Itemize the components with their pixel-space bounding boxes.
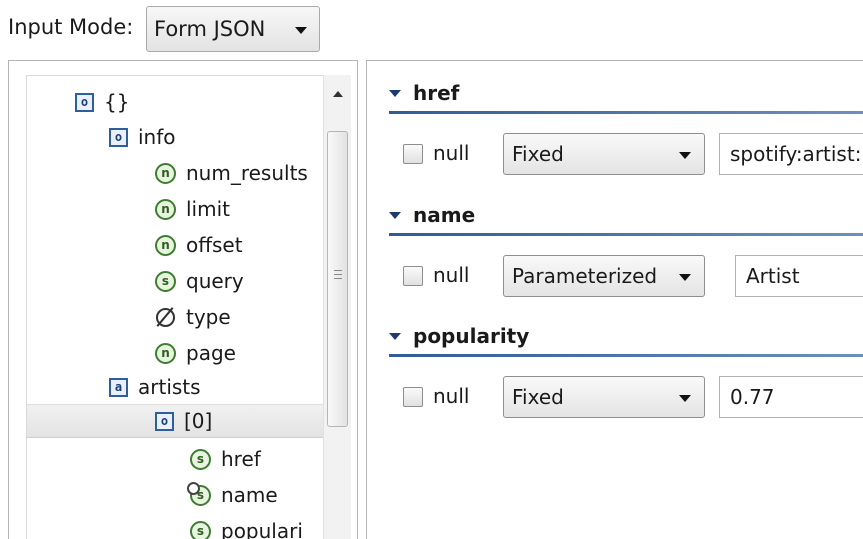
- tree-node-label: page: [186, 341, 236, 365]
- tree-scrollbar[interactable]: [323, 75, 351, 539]
- collapse-triangle-icon: [389, 89, 401, 97]
- tree-node-artists[interactable]: a artists: [109, 370, 201, 404]
- collapse-triangle-icon: [389, 211, 401, 219]
- scrollbar-thumb[interactable]: [327, 131, 348, 427]
- null-label: null: [433, 141, 470, 165]
- tree-node-num-results[interactable]: n num_results: [155, 156, 308, 190]
- tree-node-label: artists: [138, 375, 201, 399]
- number-icon: n: [155, 198, 176, 220]
- number-icon: n: [155, 234, 176, 256]
- chevron-down-icon: [679, 152, 691, 159]
- tree-node-label: {}: [104, 90, 130, 114]
- tree-node-label: type: [186, 305, 231, 329]
- tree-node-label: query: [186, 269, 244, 293]
- object-icon: o: [75, 92, 94, 112]
- null-checkbox-name[interactable]: [403, 266, 423, 286]
- tree-node-label: num_results: [186, 161, 308, 185]
- input-mode-label: Input Mode:: [8, 15, 134, 39]
- parameterized-string-icon: s: [187, 481, 211, 506]
- section-divider: [389, 233, 863, 236]
- string-icon: s: [155, 270, 176, 292]
- null-checkbox-popularity[interactable]: [403, 387, 423, 407]
- tree-node-popularity[interactable]: s populari: [190, 514, 303, 539]
- section-header-href[interactable]: href: [389, 78, 459, 108]
- chevron-down-icon: [679, 395, 691, 402]
- schema-tree-panel: o {} o info n num_results n limit n offs…: [8, 60, 358, 539]
- tree-node-limit[interactable]: n limit: [155, 192, 230, 226]
- null-label: null: [433, 384, 470, 408]
- tree-node-label: limit: [186, 197, 230, 221]
- value-mode-select-href[interactable]: Fixed: [503, 133, 705, 175]
- value-input-href[interactable]: spotify:artist:: [719, 133, 863, 175]
- collapse-triangle-icon: [389, 332, 401, 340]
- grip-line: [334, 270, 342, 271]
- scroll-up-arrow-icon[interactable]: [333, 91, 343, 97]
- number-icon: n: [155, 162, 176, 184]
- string-icon: s: [190, 520, 211, 539]
- grip-line: [334, 278, 342, 279]
- section-divider: [389, 111, 863, 114]
- input-mode-select[interactable]: Form JSON: [146, 6, 320, 52]
- value-mode-select-popularity[interactable]: Fixed: [503, 376, 705, 418]
- tree-node-root[interactable]: o {}: [75, 85, 129, 119]
- null-label: null: [433, 263, 470, 287]
- section-divider: [389, 354, 863, 357]
- grip-line: [334, 274, 342, 275]
- tree-node-offset[interactable]: n offset: [155, 228, 243, 262]
- value-input-popularity[interactable]: 0.77: [719, 376, 863, 418]
- section-title: popularity: [413, 324, 530, 348]
- array-icon: a: [109, 377, 128, 397]
- property-form-panel: href null Fixed spotify:artist: name nul…: [366, 60, 863, 539]
- section-header-name[interactable]: name: [389, 200, 475, 230]
- object-icon: o: [109, 127, 128, 147]
- string-icon: s: [190, 448, 211, 470]
- value-mode-value: Fixed: [512, 142, 564, 166]
- section-title: href: [413, 81, 460, 105]
- null-icon: [155, 307, 176, 328]
- schema-tree: o {} o info n num_results n limit n offs…: [26, 75, 323, 539]
- tree-node-page[interactable]: n page: [155, 336, 236, 370]
- chevron-down-icon: [295, 27, 307, 34]
- tree-node-label: [0]: [184, 409, 213, 433]
- value-mode-value: Parameterized: [512, 264, 658, 288]
- input-mode-value: Form JSON: [154, 17, 266, 41]
- tree-node-label: offset: [186, 233, 243, 257]
- section-header-popularity[interactable]: popularity: [389, 321, 529, 351]
- tree-node-info[interactable]: o info: [109, 120, 176, 154]
- value-mode-value: Fixed: [512, 385, 564, 409]
- value-input-name[interactable]: Artist: [735, 255, 863, 297]
- null-checkbox-href[interactable]: [403, 144, 423, 164]
- tree-node-label: href: [221, 447, 261, 471]
- value-mode-select-name[interactable]: Parameterized: [503, 255, 705, 297]
- object-icon: o: [155, 411, 174, 431]
- tree-node-label: info: [138, 125, 176, 149]
- tree-node-label: name: [221, 483, 278, 507]
- tree-node-label: populari: [221, 519, 303, 539]
- chevron-down-icon: [679, 274, 691, 281]
- tree-node-href[interactable]: s href: [190, 442, 261, 476]
- tree-node-artist-0[interactable]: o [0]: [27, 404, 323, 438]
- tree-node-type[interactable]: type: [155, 300, 231, 334]
- tree-node-query[interactable]: s query: [155, 264, 244, 298]
- section-title: name: [413, 203, 476, 227]
- number-icon: n: [155, 342, 176, 364]
- tree-node-name[interactable]: s name: [187, 478, 278, 512]
